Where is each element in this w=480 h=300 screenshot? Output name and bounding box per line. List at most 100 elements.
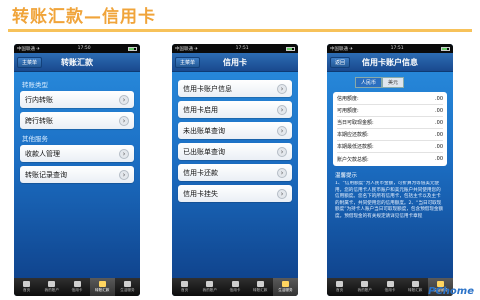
chevron-right-icon: › [119,115,129,126]
back-button[interactable]: 返回 [330,57,351,68]
menu-item-unbilled-query[interactable]: 未出账单查询 › [178,122,292,139]
tab-label: 生活服务 [278,288,293,292]
menu-item-billed-query[interactable]: 已出账单查询 › [178,143,292,160]
menu-item-payee-management[interactable]: 收款人管理 › [20,145,134,162]
detail-row: 账户欠款总额: .00 [337,153,443,165]
tips-text: 1、“信用额度”为人民币金额，可折算为等值美元使用，您的信用卡人民币账户和美元账… [335,181,444,219]
tips-title: 温馨提示 [335,173,358,179]
section-label-other-services: 其他服务 [22,135,48,143]
tab-credit-card[interactable]: 信用卡 [64,278,89,296]
detail-row: 当日可取现金额: .00 [337,117,443,129]
tab-transfer[interactable]: 转账汇款 [403,278,428,296]
tab-my-account[interactable]: 我的账户 [352,278,377,296]
tab-label: 转账汇款 [95,288,110,292]
menu-item-label: 信用卡还款 [183,168,218,177]
chevron-right-icon: › [277,188,287,199]
detail-label: 信用额度: [337,96,359,102]
title-accent-bar [8,29,472,32]
tab-label: 转账汇款 [253,288,268,292]
menu-item-card-repayment[interactable]: 信用卡还款 › [178,164,292,181]
tab-label: 首页 [23,288,31,292]
chevron-right-icon: › [119,94,129,105]
tab-bar: 首页 我的账户 信用卡 转账汇款 生活服务 [14,278,140,296]
account-icon [206,281,214,287]
menu-item-label: 收款人管理 [25,149,60,158]
slide-title: 转账汇款—信用卡 [12,7,156,27]
chevron-right-icon: › [277,167,287,178]
tab-label: 信用卡 [384,288,396,292]
detail-row: 可用额度: .00 [337,105,443,117]
menu-item-label: 未出账单查询 [183,126,225,135]
tab-bar: 首页 我的账户 信用卡 转账汇款 生活服务 [172,278,298,296]
tab-life-services[interactable]: 生活服务 [272,278,298,296]
tab-label: 我的账户 [357,288,372,292]
nav-bar: 返回 信用卡账户信息 [327,53,453,72]
transfer-icon [256,281,264,287]
chevron-right-icon: › [277,104,287,115]
currency-segmented-control: 人民币 美元 [355,77,447,88]
nav-bar: 主菜单 转账汇款 [14,53,140,72]
menu-item-card-account-info[interactable]: 信用卡账户信息 › [178,80,292,97]
tab-label: 信用卡 [229,288,241,292]
menu-item-intrabank-transfer[interactable]: 行内转账 › [20,91,134,108]
home-icon [181,281,189,287]
menu-item-label: 信用卡账户信息 [183,84,232,93]
tab-label: 信用卡 [71,288,83,292]
menu-item-label: 跨行转账 [25,116,53,125]
status-bar: 中国联通 ✈ 17:51 [327,44,453,53]
battery-icon [440,46,450,51]
nav-bar: 主菜单 信用卡 [172,53,298,72]
carrier-label: 中国联通 ✈ [175,46,199,52]
detail-label: 本期应还款额: [337,132,369,138]
card-icon [231,281,239,287]
detail-label: 账户欠款总额: [337,156,369,163]
transfer-icon [411,281,419,287]
tab-home[interactable]: 首页 [327,278,352,296]
tab-label: 我的账户 [44,288,59,292]
time-label: 17:51 [390,46,404,51]
menu-item-report-lost-card[interactable]: 信用卡挂失 › [178,185,292,202]
services-icon [281,281,289,287]
tab-credit-card[interactable]: 信用卡 [377,278,402,296]
menu-item-card-activation[interactable]: 信用卡启用 › [178,101,292,118]
detail-value: .00 [435,143,443,150]
status-bar: 中国联通 ✈ 17:50 [14,44,140,53]
tab-label: 首页 [181,288,189,292]
detail-value: .00 [435,119,443,126]
time-label: 17:50 [77,46,91,51]
tab-label: 生活服务 [120,288,135,292]
chevron-right-icon: › [119,169,129,180]
tab-label: 首页 [336,288,344,292]
tab-transfer[interactable]: 转账汇款 [89,278,115,296]
tab-my-account[interactable]: 我的账户 [39,278,64,296]
menu-item-transfer-history[interactable]: 转账记录查询 › [20,166,134,183]
tab-home[interactable]: 首页 [172,278,197,296]
detail-value: .00 [435,156,443,162]
detail-row: 本期最低还款额: .00 [337,141,443,153]
detail-label: 当日可取现金额: [337,120,374,126]
tab-credit-card[interactable]: 信用卡 [222,278,247,296]
tab-my-account[interactable]: 我的账户 [197,278,222,296]
services-icon [123,281,131,287]
tab-label: 我的账户 [202,288,217,292]
phone-screen-credit-card: 中国联通 ✈ 17:51 主菜单 信用卡 信用卡账户信息 › 信用卡启用 › 未… [172,44,298,296]
chevron-right-icon: › [277,83,287,94]
detail-value: .00 [435,131,443,138]
segment-rmb[interactable]: 人民币 [355,77,383,88]
tab-life-services[interactable]: 生活服务 [115,278,140,296]
chevron-right-icon: › [277,125,287,136]
tab-home[interactable]: 首页 [14,278,39,296]
segment-usd[interactable]: 美元 [382,77,405,88]
main-menu-button[interactable]: 主菜单 [17,57,43,68]
home-icon [336,281,344,287]
menu-item-interbank-transfer[interactable]: 跨行转账 › [20,112,134,129]
account-icon [48,281,56,287]
tab-transfer[interactable]: 转账汇款 [248,278,273,296]
transfer-icon [98,281,106,287]
time-label: 17:51 [235,46,249,51]
chevron-right-icon: › [277,146,287,157]
main-menu-button[interactable]: 主菜单 [175,57,201,68]
detail-label: 可用额度: [337,108,359,114]
tab-label: 转账汇款 [408,288,423,292]
detail-row: 信用额度: .00 [337,93,443,105]
